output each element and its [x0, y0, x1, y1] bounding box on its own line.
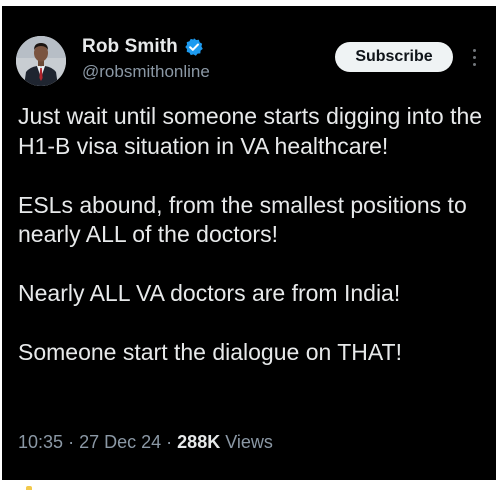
more-options-icon[interactable]: [464, 44, 484, 70]
subscribe-button[interactable]: Subscribe: [335, 42, 453, 72]
author-name-row: Rob Smith: [82, 36, 204, 58]
author-display-name[interactable]: Rob Smith: [82, 36, 178, 58]
more-dot: [472, 55, 476, 59]
views-label: Views: [225, 432, 273, 452]
tweet-date[interactable]: 27 Dec 24: [79, 432, 161, 452]
tweet-paragraph: Just wait until someone starts digging i…: [18, 103, 483, 159]
meta-separator: ·: [68, 432, 75, 452]
more-dot: [472, 48, 476, 52]
more-dot: [472, 62, 476, 66]
verified-badge-icon: [184, 37, 204, 57]
tweet-time[interactable]: 10:35: [18, 432, 63, 452]
avatar[interactable]: [16, 36, 66, 86]
tweet-paragraph: Someone start the dialogue on THAT!: [18, 339, 402, 365]
meta-separator: ·: [166, 432, 173, 452]
views-count[interactable]: 288K: [177, 432, 220, 452]
tweet-paragraph: Nearly ALL VA doctors are from India!: [18, 280, 401, 306]
profile-photo-icon: [16, 36, 66, 86]
tweet-card: Rob Smith @robsmithonline Subscribe Just…: [2, 6, 496, 480]
author-handle[interactable]: @robsmithonline: [82, 62, 210, 82]
cropped-emoji-fragment: [26, 486, 32, 490]
tweet-text: Just wait until someone starts digging i…: [18, 102, 488, 368]
tweet-meta: 10:35 · 27 Dec 24 · 288K Views: [18, 432, 273, 453]
tweet-paragraph: ESLs abound, from the smallest positions…: [18, 191, 467, 248]
